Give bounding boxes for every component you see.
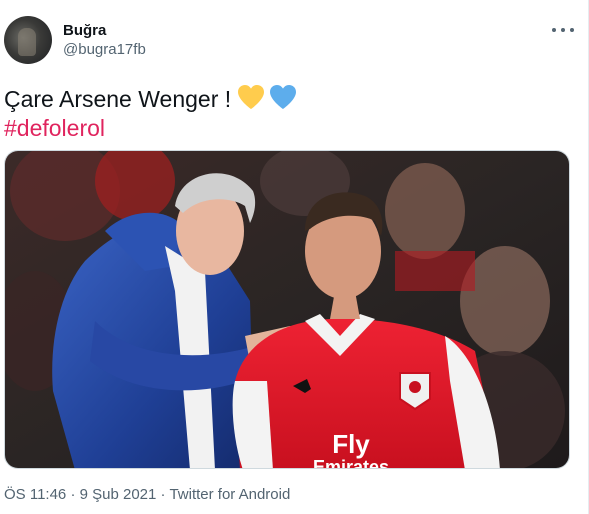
tweet-card: Buğra @bugra17fb Çare Arsene Wenger ! #d… [0, 0, 589, 514]
tweet-date[interactable]: 9 Şub 2021 [80, 486, 157, 503]
tweet-time[interactable]: ÖS 11:46 [4, 486, 66, 503]
user-handle[interactable]: @bugra17fb [63, 41, 146, 58]
yellow-heart-icon [238, 85, 265, 109]
tweet-text: Çare Arsene Wenger ! [4, 84, 297, 114]
more-options-icon[interactable] [552, 22, 574, 38]
meta-separator-2: · [160, 486, 166, 503]
blue-heart-icon [270, 85, 297, 109]
tweet-meta: ÖS 11:46 · 9 Şub 2021 · Twitter for Andr… [4, 486, 290, 503]
avatar[interactable] [4, 16, 52, 64]
photo-illustration: Fly Emirates [5, 151, 569, 469]
tweet-source[interactable]: Twitter for Android [169, 486, 290, 503]
tweet-photo[interactable]: Fly Emirates [4, 150, 570, 469]
user-name[interactable]: Buğra [63, 22, 106, 39]
meta-separator: · [70, 486, 76, 503]
hashtag-link[interactable]: #defolerol [4, 114, 105, 143]
tweet-body: Çare Arsene Wenger ! [4, 86, 232, 112]
jersey-sponsor-line2: Emirates [313, 457, 389, 469]
jersey-sponsor-text: Fly [332, 429, 370, 459]
